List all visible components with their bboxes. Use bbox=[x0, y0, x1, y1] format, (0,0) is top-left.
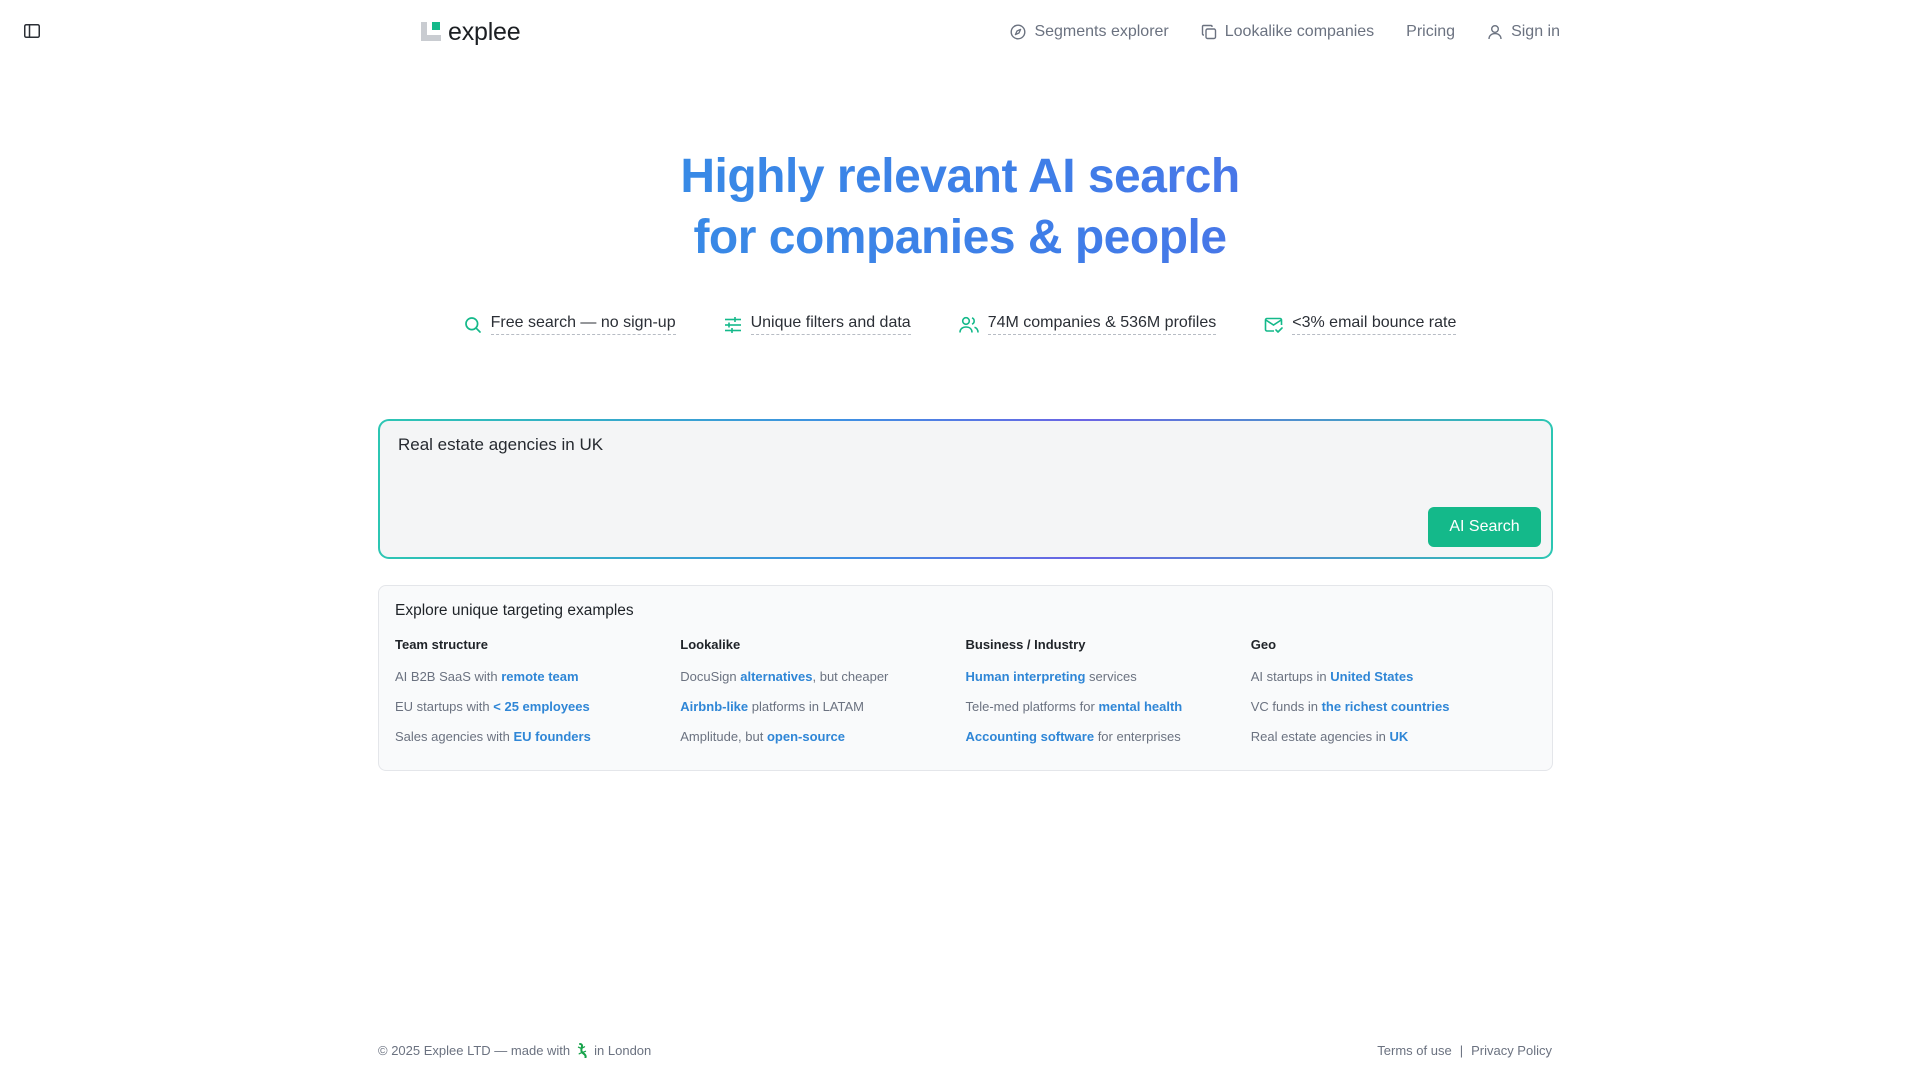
logo-mark-icon bbox=[420, 21, 442, 43]
location-text: in London bbox=[594, 1043, 652, 1058]
feature-bounce-rate-label: <3% email bounce rate bbox=[1292, 314, 1457, 335]
user-icon bbox=[1488, 25, 1502, 40]
feature-free-search[interactable]: Free search — no sign-up bbox=[464, 314, 676, 335]
sidebar-toggle-button[interactable] bbox=[24, 24, 42, 40]
example-item[interactable]: Human interpreting services bbox=[966, 669, 1251, 684]
example-highlight: < 25 employees bbox=[493, 699, 590, 714]
search-input[interactable]: Real estate agencies in UK AI Search bbox=[380, 421, 1551, 557]
feature-companies-profiles-label: 74M companies & 536M profiles bbox=[987, 314, 1217, 335]
logo[interactable]: explee bbox=[420, 17, 521, 47]
example-highlight: EU founders bbox=[513, 729, 591, 744]
example-highlight: mental health bbox=[1098, 699, 1183, 714]
nav-pricing[interactable]: Pricing bbox=[1406, 23, 1455, 41]
example-highlight: remote team bbox=[501, 669, 579, 684]
footer-separator: | bbox=[1459, 1043, 1464, 1058]
search-icon bbox=[464, 316, 481, 333]
ai-search-button[interactable]: AI Search bbox=[1428, 507, 1541, 547]
column-heading: Business / Industry bbox=[965, 637, 1086, 652]
example-text: EU startups with bbox=[395, 699, 494, 714]
example-text: VC funds in bbox=[1250, 699, 1322, 714]
example-text: Real estate agencies in bbox=[1250, 729, 1390, 744]
column-heading: Team structure bbox=[395, 637, 488, 652]
example-highlight: United States bbox=[1330, 669, 1414, 684]
nav-segments-explorer[interactable]: Segments explorer bbox=[1010, 23, 1169, 41]
search-input-value[interactable]: Real estate agencies in UK bbox=[398, 435, 603, 455]
examples-column-lookalike: Lookalike DocuSign alternatives, but che… bbox=[680, 637, 965, 759]
example-text: Amplitude, but bbox=[680, 729, 767, 744]
example-highlight: Human interpreting bbox=[965, 669, 1086, 684]
example-highlight: the richest countries bbox=[1321, 699, 1450, 714]
feature-bounce-rate[interactable]: <3% email bounce rate bbox=[1264, 314, 1457, 335]
example-item[interactable]: DocuSign alternatives, but cheaper bbox=[680, 669, 965, 684]
footer-copyright: © 2025 Explee LTD — made with in London bbox=[378, 1043, 651, 1058]
hero-title-line-2: for companies & people bbox=[0, 207, 1920, 268]
example-item[interactable]: Tele-med platforms for mental health bbox=[966, 699, 1251, 714]
mail-check-icon bbox=[1264, 317, 1284, 333]
example-highlight: Accounting software bbox=[965, 729, 1095, 744]
example-text: DocuSign bbox=[680, 669, 741, 684]
feature-companies-profiles[interactable]: 74M companies & 536M profiles bbox=[958, 314, 1217, 335]
hero-title-line-1: Highly relevant AI search bbox=[0, 146, 1920, 207]
search-box: Real estate agencies in UK AI Search bbox=[378, 419, 1553, 559]
privacy-policy-link[interactable]: Privacy Policy bbox=[1471, 1043, 1552, 1058]
example-text: for enterprises bbox=[1094, 729, 1181, 744]
example-text: platforms in LATAM bbox=[748, 699, 864, 714]
nav-lookalike-companies[interactable]: Lookalike companies bbox=[1201, 23, 1374, 41]
nav-sign-in-label: Sign in bbox=[1511, 23, 1560, 40]
compass-icon bbox=[1010, 24, 1026, 40]
nav-lookalike-companies-label: Lookalike companies bbox=[1224, 23, 1375, 40]
terms-of-use-link[interactable]: Terms of use bbox=[1377, 1043, 1451, 1058]
example-item[interactable]: VC funds in the richest countries bbox=[1251, 699, 1536, 714]
examples-column-geo: Geo AI startups in United States VC fund… bbox=[1251, 637, 1536, 759]
footer-links: Terms of use | Privacy Policy bbox=[1377, 1043, 1552, 1058]
feature-unique-filters[interactable]: Unique filters and data bbox=[724, 314, 911, 335]
example-highlight: open-source bbox=[766, 729, 845, 744]
example-item[interactable]: Sales agencies with EU founders bbox=[395, 729, 680, 744]
hero-title: Highly relevant AI search for companies … bbox=[0, 146, 1920, 268]
logo-text: explee bbox=[448, 17, 521, 46]
example-item[interactable]: AI startups in United States bbox=[1251, 669, 1536, 684]
example-item[interactable]: Airbnb-like platforms in LATAM bbox=[680, 699, 965, 714]
sliders-icon bbox=[724, 316, 741, 333]
example-highlight: UK bbox=[1389, 729, 1409, 744]
copyright-text: © 2025 Explee LTD — made with bbox=[378, 1043, 571, 1058]
example-item[interactable]: EU startups with < 25 employees bbox=[395, 699, 680, 714]
main-nav: Segments explorer Lookalike companies Pr… bbox=[1010, 23, 1560, 41]
examples-panel: Explore unique targeting examples Team s… bbox=[378, 585, 1553, 771]
example-item[interactable]: Amplitude, but open-source bbox=[680, 729, 965, 744]
examples-columns: Team structure AI B2B SaaS with remote t… bbox=[395, 637, 1536, 759]
sidebar-icon bbox=[24, 24, 40, 38]
feature-list: Free search — no sign-up Unique filters … bbox=[0, 314, 1920, 335]
example-text: Tele-med platforms for bbox=[965, 699, 1099, 714]
feature-free-search-label: Free search — no sign-up bbox=[490, 314, 676, 335]
copy-icon bbox=[1201, 24, 1216, 40]
nav-pricing-label: Pricing bbox=[1406, 23, 1456, 40]
top-navigation: explee Segments explorer Lookalike compa… bbox=[420, 14, 1560, 50]
example-item[interactable]: AI B2B SaaS with remote team bbox=[395, 669, 680, 684]
hero: Highly relevant AI search for companies … bbox=[0, 146, 1920, 268]
example-text: Sales agencies with bbox=[395, 729, 514, 744]
examples-column-business-industry: Business / Industry Human interpreting s… bbox=[966, 637, 1251, 759]
column-heading: Lookalike bbox=[680, 637, 741, 652]
example-text: AI startups in bbox=[1250, 669, 1331, 684]
example-highlight: Airbnb-like bbox=[680, 699, 749, 714]
nav-sign-in[interactable]: Sign in bbox=[1487, 23, 1560, 41]
example-highlight: alternatives bbox=[740, 669, 813, 684]
example-text: AI B2B SaaS with bbox=[395, 669, 502, 684]
feature-unique-filters-label: Unique filters and data bbox=[750, 314, 911, 335]
users-icon bbox=[958, 316, 979, 333]
example-text: , but cheaper bbox=[812, 669, 889, 684]
example-item[interactable]: Accounting software for enterprises bbox=[966, 729, 1251, 744]
example-text: services bbox=[1085, 669, 1137, 684]
examples-title: Explore unique targeting examples bbox=[395, 602, 634, 619]
column-heading: Geo bbox=[1250, 637, 1277, 652]
example-item[interactable]: Real estate agencies in UK bbox=[1251, 729, 1536, 744]
lizard-icon bbox=[578, 1043, 587, 1058]
nav-segments-explorer-label: Segments explorer bbox=[1034, 23, 1169, 40]
examples-column-team-structure: Team structure AI B2B SaaS with remote t… bbox=[395, 637, 680, 759]
